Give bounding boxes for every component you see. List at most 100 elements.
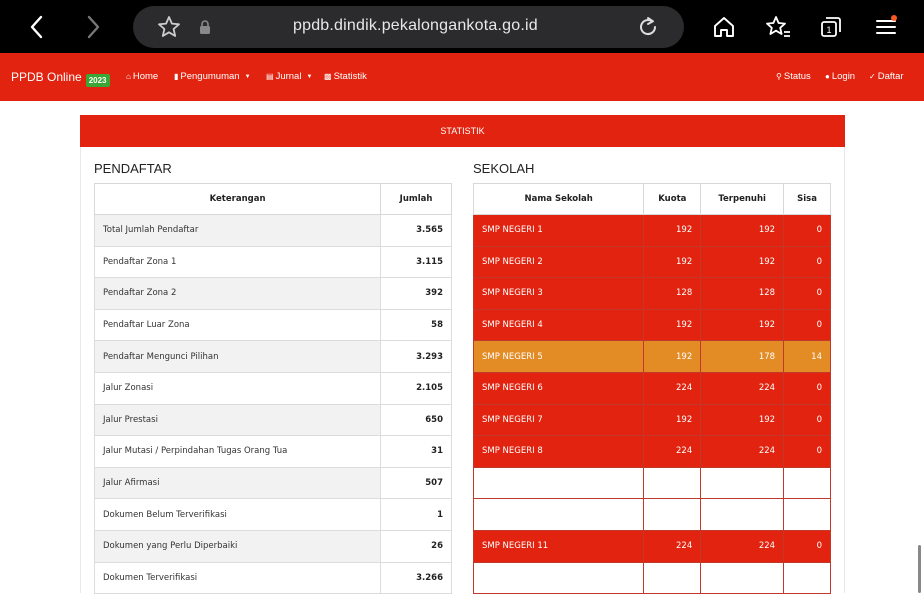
table-row: SMP NEGERI 7 192 192 0 [472, 403, 831, 437]
table-row: SMP NEGERI 9 96 27 69 [472, 466, 831, 500]
document-icon: ▮ [174, 72, 179, 81]
school-sisa: 0 [783, 529, 831, 563]
row-label: Jalur Zonasi [93, 371, 382, 405]
url-text[interactable]: ppdb.dindik.pekalongankota.go.id [293, 17, 538, 35]
school-terpenuhi: 178 [700, 340, 785, 373]
nav-home[interactable]: ⌂ Home [126, 71, 158, 82]
school-name: SMP NEGERI 11 [472, 529, 645, 563]
school-terpenuhi: 27 [700, 466, 785, 500]
row-value: 3.293 [380, 340, 452, 373]
row-label: Pendaftar Zona 2 [93, 277, 382, 310]
sekolah-table: Nama Sekolah Kuota Terpenuhi Sisa SMP NE… [472, 183, 831, 594]
page-scrollbar[interactable] [918, 545, 921, 593]
row-label: Dokumen Belum Terverifikasi [93, 498, 382, 531]
table-row: Pendaftar Zona 1 3.115 [93, 245, 452, 279]
school-kuota: 160 [643, 498, 702, 531]
nav-login[interactable]: ● Login [825, 71, 855, 82]
school-sisa: 63 [783, 498, 831, 531]
site-brand[interactable]: PPDB Online 2023 [11, 70, 110, 87]
pendaftar-table: Keterangan Jumlah Total Jumlah Pendaftar… [93, 183, 452, 594]
row-value: 3.565 [380, 214, 452, 247]
table-row: Pendaftar Zona 2 392 [93, 277, 452, 310]
reload-icon[interactable] [636, 15, 660, 39]
forward-button[interactable] [73, 8, 113, 46]
table-row: Dokumen Terverifikasi 3.266 [93, 561, 452, 594]
school-name: SMP NEGERI 12 [472, 561, 645, 594]
table-row: Jalur Zonasi 2.105 [93, 371, 452, 405]
school-name: SMP NEGERI 1 [472, 214, 645, 247]
nav-daftar[interactable]: ✓ Daftar [869, 71, 904, 82]
school-kuota: 224 [643, 371, 702, 405]
list-icon: ▤ [266, 72, 274, 81]
panel-heading: STATISTIK [80, 115, 845, 147]
school-sisa: 0 [783, 214, 831, 247]
school-name: SMP NEGERI 5 [472, 340, 645, 373]
year-badge: 2023 [85, 73, 110, 87]
table-row: Jalur Afirmasi 507 [93, 466, 452, 500]
row-label: Dokumen Terverifikasi [93, 561, 382, 594]
address-bar[interactable]: ppdb.dindik.pekalongankota.go.id [133, 6, 684, 48]
bookmarks-button[interactable] [758, 8, 798, 46]
table-row: SMP NEGERI 8 224 224 0 [472, 435, 831, 468]
home-icon: ⌂ [126, 72, 131, 81]
table-header-row: Nama Sekolah Kuota Terpenuhi Sisa [472, 183, 831, 215]
table-row: Dokumen Belum Terverifikasi 1 [93, 498, 452, 531]
nav-pengumuman-label: Pengumuman [180, 71, 240, 82]
table-row: Jalur Prestasi 650 [93, 403, 452, 437]
school-sisa: 73 [783, 561, 831, 594]
school-sisa: 69 [783, 466, 831, 500]
hamburger-menu-icon [876, 15, 897, 34]
nav-statistik[interactable]: ▩ Statistik [324, 71, 367, 82]
nav-statistik-label: Statistik [333, 71, 367, 82]
back-button[interactable] [17, 8, 57, 46]
home-button[interactable] [704, 8, 744, 46]
table-row: SMP NEGERI 3 128 128 0 [472, 277, 831, 310]
school-name: SMP NEGERI 2 [472, 245, 645, 279]
school-kuota: 192 [643, 340, 702, 373]
school-terpenuhi: 224 [700, 371, 785, 405]
panel-title: STATISTIK [440, 126, 485, 136]
column-header: Keterangan [93, 183, 382, 215]
browser-toolbar: ppdb.dindik.pekalongankota.go.id 1 [0, 0, 924, 53]
school-terpenuhi: 192 [700, 403, 785, 437]
table-row: SMP NEGERI 6 224 224 0 [472, 371, 831, 405]
menu-button[interactable] [866, 8, 906, 46]
row-label: Jalur Prestasi [93, 403, 382, 437]
school-sisa: 14 [783, 340, 831, 373]
nav-pengumuman[interactable]: ▮ Pengumuman ▼ [174, 71, 251, 82]
column-header: Jumlah [380, 183, 452, 215]
school-kuota: 96 [643, 466, 702, 500]
star-list-icon [766, 16, 790, 37]
table-row: SMP NEGERI 11 224 224 0 [472, 529, 831, 563]
column-header: Nama Sekolah [472, 183, 645, 215]
row-value: 650 [380, 403, 452, 437]
nav-jurnal[interactable]: ▤ Jurnal ▼ [266, 71, 312, 82]
school-terpenuhi: 224 [700, 529, 785, 563]
bookmark-star-icon[interactable] [157, 15, 181, 39]
school-name: SMP NEGERI 6 [472, 371, 645, 405]
brand-title[interactable]: PPDB Online [11, 70, 82, 84]
nav-daftar-label: Daftar [877, 71, 904, 82]
tabs-button[interactable]: 1 [811, 8, 851, 46]
table-row: SMP NEGERI 4 192 192 0 [472, 308, 831, 342]
nav-status[interactable]: ⚲ Status [776, 71, 811, 82]
nav-status-label: Status [783, 71, 811, 82]
table-row: Pendaftar Luar Zona 58 [93, 308, 452, 342]
school-sisa: 0 [783, 435, 831, 468]
row-label: Dokumen yang Perlu Diperbaiki [93, 529, 382, 563]
bar-chart-icon: ▩ [324, 72, 332, 81]
row-label: Pendaftar Luar Zona [93, 308, 382, 342]
row-value: 1 [380, 498, 452, 531]
school-terpenuhi: 224 [700, 435, 785, 468]
row-label: Pendaftar Zona 1 [93, 245, 382, 279]
search-icon: ⚲ [776, 72, 782, 81]
school-kuota: 224 [643, 529, 702, 563]
school-sisa: 0 [783, 308, 831, 342]
school-kuota: 192 [643, 403, 702, 437]
tabs-icon: 1 [821, 17, 841, 37]
row-value: 26 [380, 529, 452, 563]
school-name: SMP NEGERI 10 [472, 498, 645, 531]
column-header: Kuota [643, 183, 702, 215]
chevron-left-icon [30, 15, 43, 39]
school-terpenuhi: 87 [700, 561, 785, 594]
